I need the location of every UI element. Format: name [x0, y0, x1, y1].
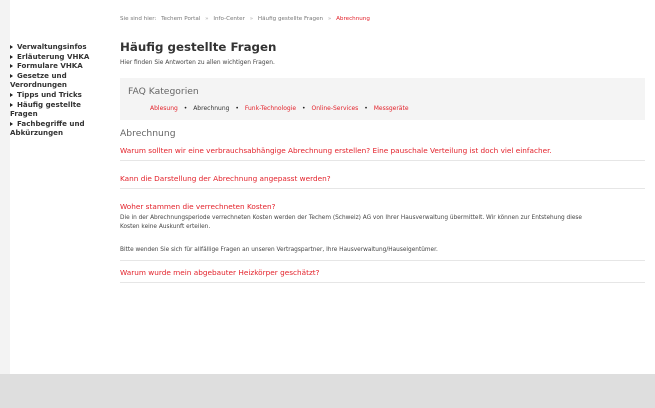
- breadcrumb-current: Abrechnung: [336, 16, 370, 22]
- bullet-dot-icon: •: [235, 105, 239, 112]
- faq-question-link[interactable]: Kann die Darstellung der Abrechnung ange…: [120, 174, 331, 183]
- faq-question-link[interactable]: Warum sollten wir eine verbrauchsabhängi…: [120, 146, 552, 155]
- divider: [120, 282, 645, 283]
- sidebar-item-tipps[interactable]: Tipps und Tricks: [10, 90, 110, 100]
- triangle-right-icon: [10, 92, 13, 97]
- bullet-dot-icon: •: [302, 105, 306, 112]
- sidebar-item-faq[interactable]: Häufig gestellte Fragen: [10, 100, 110, 119]
- faq-question-link[interactable]: Warum wurde mein abgebauter Heizkörper g…: [120, 268, 320, 277]
- bullet-dot-icon: •: [364, 105, 368, 112]
- sidebar-item-formulare-vhka[interactable]: Formulare VHKA: [10, 61, 110, 71]
- triangle-right-icon: [10, 64, 13, 69]
- bullet-dot-icon: •: [183, 105, 188, 112]
- faq-answer-text: Die in der Abrechnungsperiode verrechnet…: [120, 215, 582, 230]
- sidebar-nav: Verwaltungsinfos Erläuterung VHKA Formul…: [10, 42, 110, 138]
- faq-category-list: Ablesung • Abrechnung • Funk-Technologie…: [150, 105, 409, 112]
- faq-category-funk[interactable]: Funk-Technologie: [245, 105, 296, 112]
- faq-category-messgeraete[interactable]: Messgeräte: [374, 105, 409, 112]
- sidebar-item-verwaltungsinfos[interactable]: Verwaltungsinfos: [10, 42, 110, 52]
- divider: [120, 160, 645, 161]
- sidebar-item-erlaeuterung-vhka[interactable]: Erläuterung VHKA: [10, 52, 110, 62]
- breadcrumb-item-info-center[interactable]: Info-Center: [213, 16, 245, 22]
- sidebar-item-gesetze[interactable]: Gesetze und Verordnungen: [10, 71, 110, 90]
- sidebar-item-fachbegriffe[interactable]: Fachbegriffe und Abkürzungen: [10, 119, 110, 138]
- breadcrumb-separator: »: [205, 16, 209, 22]
- footer-band: [0, 374, 655, 408]
- divider: [120, 260, 645, 261]
- faq-category-online[interactable]: Online-Services: [311, 105, 358, 112]
- breadcrumb-separator: »: [327, 16, 332, 22]
- breadcrumb-item-portal[interactable]: Techem Portal: [161, 16, 200, 22]
- triangle-right-icon: [10, 73, 13, 78]
- triangle-right-icon: [10, 45, 13, 49]
- section-title: Abrechnung: [120, 128, 176, 139]
- faq-category-ablesung[interactable]: Ablesung: [150, 105, 178, 112]
- main-content: Häufig gestellte Fragen Hier finden Sie …: [120, 40, 650, 283]
- breadcrumb-separator: »: [249, 16, 254, 22]
- faq-categories-box: FAQ Kategorien Ablesung • Abrechnung • F…: [120, 78, 645, 120]
- faq-question-link[interactable]: Woher stammen die verrechneten Kosten?: [120, 202, 276, 211]
- faq-categories-title: FAQ Kategorien: [128, 86, 199, 97]
- triangle-right-icon: [10, 102, 13, 107]
- breadcrumb-prefix: Sie sind hier:: [120, 16, 157, 22]
- page-title: Häufig gestellte Fragen: [120, 40, 277, 54]
- divider: [120, 188, 645, 189]
- intro-text: Hier finden Sie Antworten zu allen wicht…: [120, 60, 275, 66]
- breadcrumb: Sie sind hier: Techem Portal » Info-Cent…: [120, 16, 373, 22]
- breadcrumb-item-faq[interactable]: Häufig gestellte Fragen: [258, 16, 323, 22]
- faq-category-abrechnung[interactable]: Abrechnung: [193, 105, 229, 112]
- faq-answer-text: Bitte wenden Sie sich für allfällige Fra…: [120, 247, 438, 253]
- triangle-right-icon: [10, 54, 13, 59]
- triangle-right-icon: [10, 121, 13, 126]
